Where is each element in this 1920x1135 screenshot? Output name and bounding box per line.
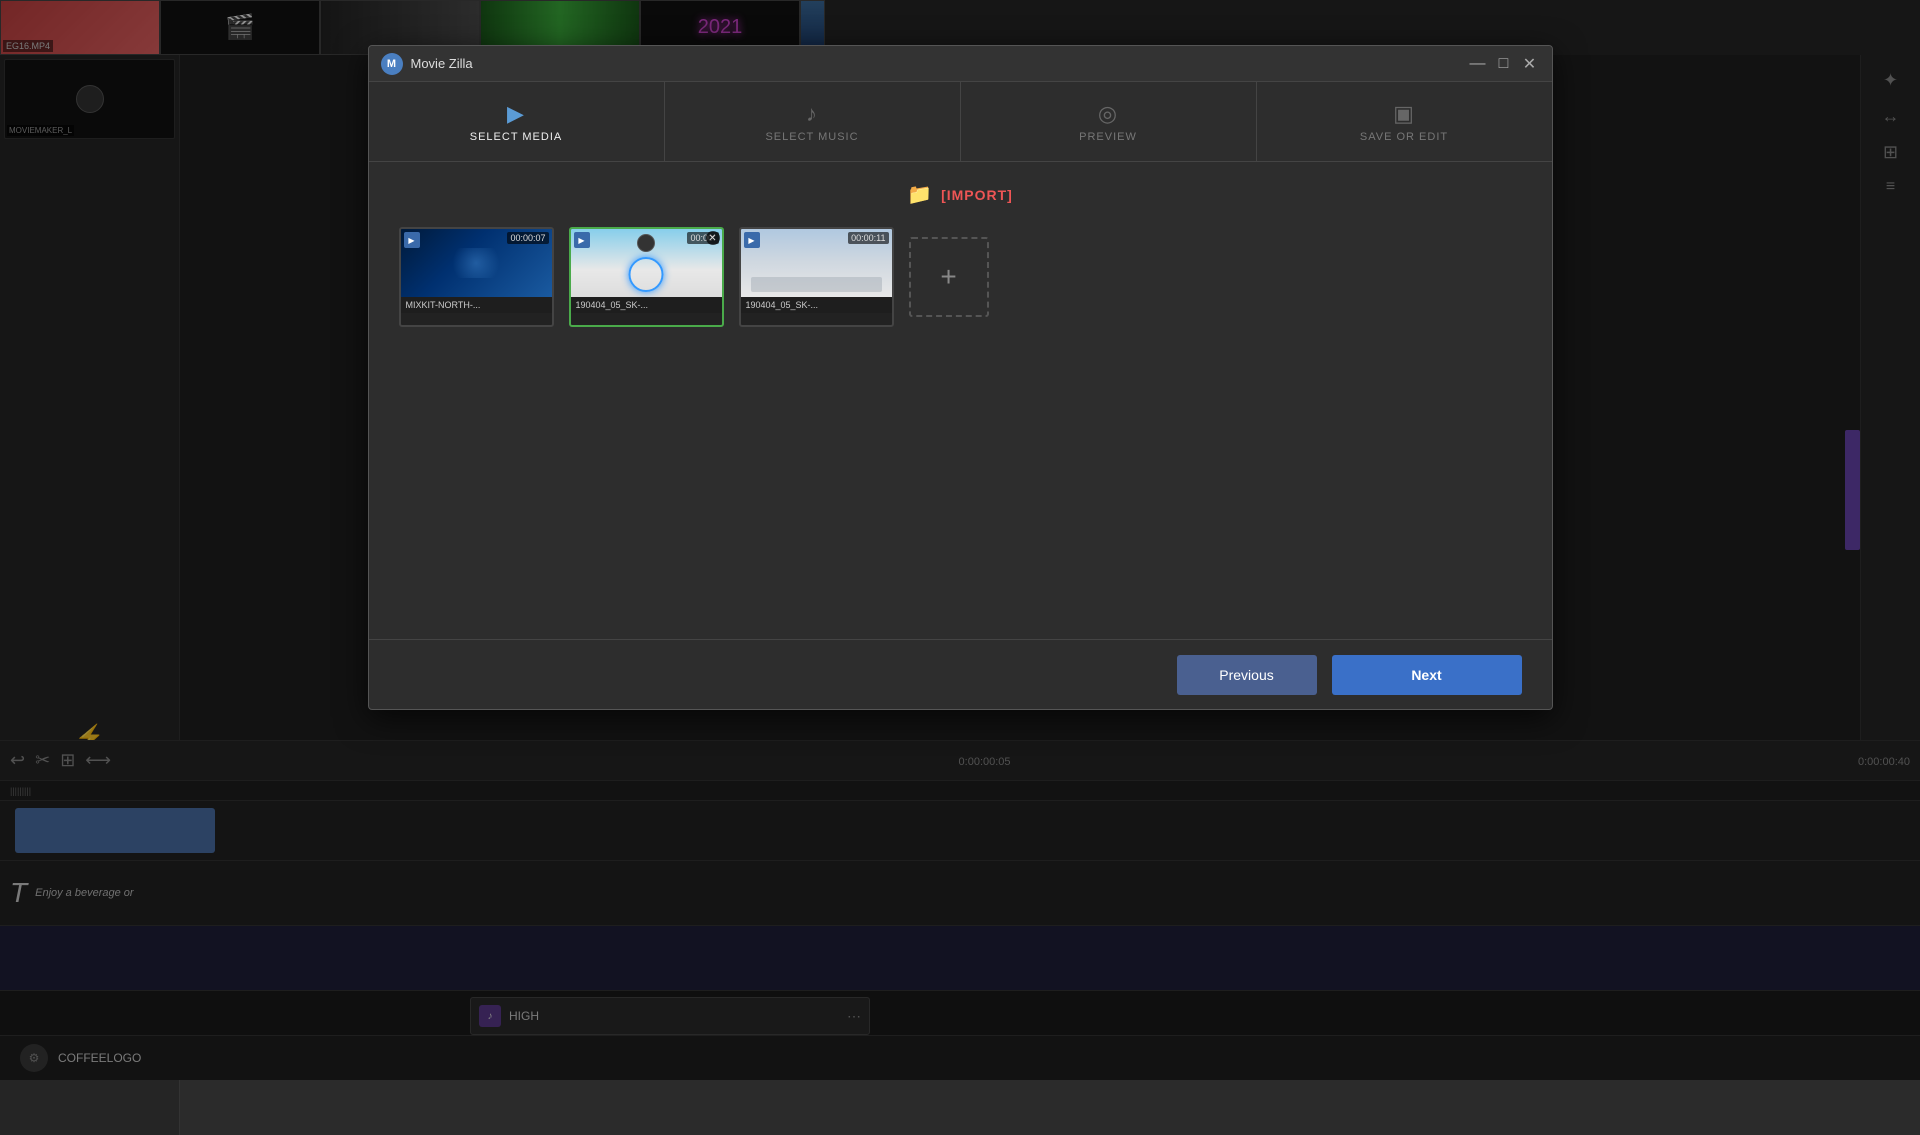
modal-body: 📁 [IMPORT] ▶ 00:00:07 MIXKIT-NORTH-... [369, 162, 1552, 639]
media-thumb-1: ▶ 00:00:07 [401, 229, 552, 297]
media-grid: ▶ 00:00:07 MIXKIT-NORTH-... [399, 227, 1522, 619]
step-media-icon: ▶ [507, 101, 525, 127]
media-duration-3: 00:00:11 [848, 232, 888, 244]
next-button[interactable]: Next [1332, 655, 1522, 695]
import-button[interactable]: 📁 [IMPORT] [907, 182, 1013, 207]
step-select-music[interactable]: ♪ SELECT MUSIC [665, 82, 961, 161]
media-label-1: MIXKIT-NORTH-... [401, 297, 552, 313]
previous-button[interactable]: Previous [1177, 655, 1317, 695]
media-type-badge-2: ▶ [574, 232, 590, 248]
step-save-or-edit[interactable]: ▣ SAVE OR EDIT [1257, 82, 1552, 161]
modal-minimize-button[interactable]: — [1468, 54, 1488, 74]
step-preview-label: PREVIEW [1079, 131, 1137, 143]
folder-icon: 📁 [907, 182, 933, 207]
step-media-label: SELECT MEDIA [470, 131, 563, 143]
media-close-2[interactable]: ✕ [706, 231, 720, 245]
step-preview[interactable]: ◎ PREVIEW [961, 82, 1257, 161]
media-card-1[interactable]: ▶ 00:00:07 MIXKIT-NORTH-... [399, 227, 554, 327]
media-card-2[interactable]: ▶ 00:00: ✕ 190404_05_SK-... [569, 227, 724, 327]
modal-controls: — □ ✕ [1468, 54, 1540, 74]
modal-titlebar: M Movie Zilla — □ ✕ [369, 46, 1552, 82]
media-type-badge-1: ▶ [404, 232, 420, 248]
media-type-badge-3: ▶ [744, 232, 760, 248]
media-label-2: 190404_05_SK-... [571, 297, 722, 313]
media-label-3: 190404_05_SK-... [741, 297, 892, 313]
step-save-icon: ▣ [1393, 101, 1415, 127]
step-music-label: SELECT MUSIC [765, 131, 858, 143]
modal-close-button[interactable]: ✕ [1520, 54, 1540, 74]
add-media-card[interactable]: + [909, 237, 989, 317]
modal-logo: M [381, 53, 403, 75]
import-bar: 📁 [IMPORT] [399, 182, 1522, 207]
step-preview-icon: ◎ [1098, 101, 1118, 127]
step-music-icon: ♪ [806, 101, 818, 127]
step-save-label: SAVE OR EDIT [1360, 131, 1448, 143]
modal-dialog: M Movie Zilla — □ ✕ ▶ SELECT MEDIA [368, 45, 1553, 710]
media-thumb-3: ▶ 00:00:11 [741, 229, 892, 297]
media-duration-1: 00:00:07 [507, 232, 548, 244]
modal-footer: Previous Next [369, 639, 1552, 709]
media-card-3[interactable]: ▶ 00:00:11 190404_05_SK-... [739, 227, 894, 327]
modal-overlay: M Movie Zilla — □ ✕ ▶ SELECT MEDIA [0, 0, 1920, 1080]
modal-maximize-button[interactable]: □ [1494, 54, 1514, 74]
media-thumb-2: ▶ 00:00: ✕ [571, 229, 722, 297]
step-select-media[interactable]: ▶ SELECT MEDIA [369, 82, 665, 161]
modal-title: Movie Zilla [411, 56, 1468, 71]
import-label: [IMPORT] [941, 187, 1013, 203]
modal-steps: ▶ SELECT MEDIA ♪ SELECT MUSIC ◎ PREVIEW … [369, 82, 1552, 162]
add-icon: + [940, 261, 956, 293]
